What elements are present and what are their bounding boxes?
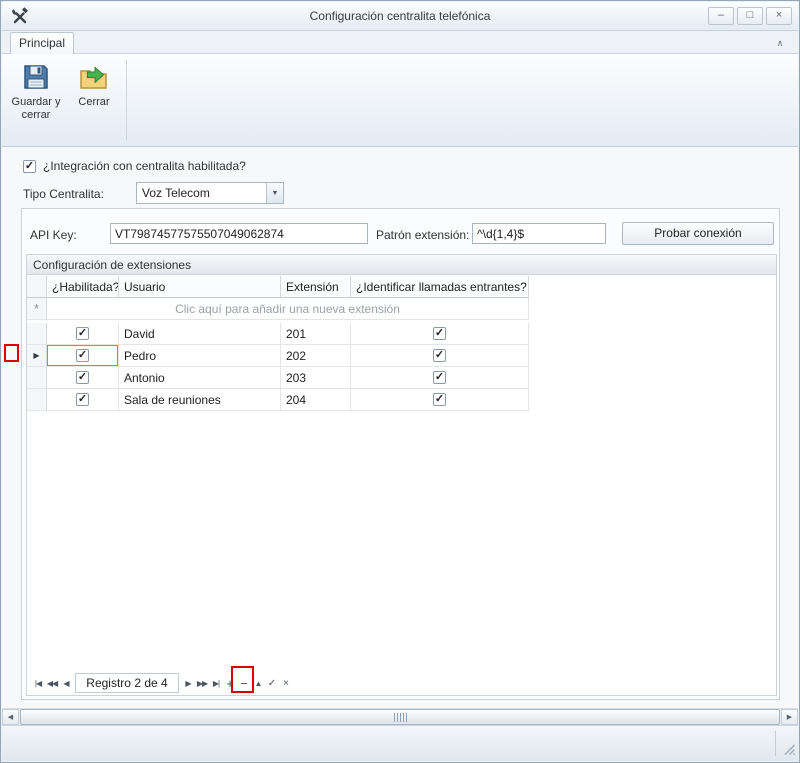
maximize-button[interactable]: □ [737, 7, 763, 25]
habilitada-checkbox[interactable]: ✓ [76, 371, 89, 384]
extensions-grid: ¿Habilitada? Usuario Extensión ¿Identifi… [27, 276, 529, 411]
identificar-cell[interactable]: ✓ [351, 323, 529, 345]
identificar-checkbox[interactable]: ✓ [433, 371, 446, 384]
current-row-arrow-icon: ▶ [33, 351, 39, 360]
column-header-identificar[interactable]: ¿Identificar llamadas entrantes? [351, 276, 529, 298]
config-centralita-window: Configuración centralita telefónica – □ … [0, 0, 800, 763]
extensiones-groupbox: Configuración de extensiones ¿Habilitada… [26, 254, 777, 696]
usuario-cell[interactable]: Sala de reuniones [119, 389, 281, 411]
nav-prev-page-button[interactable]: ◀◀ [45, 673, 59, 693]
save-icon [8, 58, 64, 96]
extensiones-group-title: Configuración de extensiones [27, 255, 776, 275]
tipo-centralita-select[interactable]: Voz Telecom ▼ [136, 182, 284, 204]
current-row-indicator: ▶ [27, 345, 47, 367]
identificar-checkbox[interactable]: ✓ [433, 327, 446, 340]
extension-cell[interactable]: 204 [281, 389, 351, 411]
row-indicator [27, 389, 47, 411]
close-folder-icon [66, 58, 122, 96]
identificar-cell[interactable]: ✓ [351, 367, 529, 389]
extension-cell[interactable]: 203 [281, 367, 351, 389]
cerrar-button[interactable]: Cerrar [66, 58, 122, 142]
close-button[interactable]: × [766, 7, 792, 25]
nav-cancel-edit-button[interactable]: × [279, 673, 293, 693]
status-bar [2, 725, 798, 761]
ribbon-group-separator [126, 60, 127, 140]
cerrar-label: Cerrar [69, 96, 119, 109]
integration-checkbox-row: ✓ ¿Integración con centralita habilitada… [23, 159, 246, 173]
probar-conexion-button[interactable]: Probar conexión [622, 222, 774, 245]
ribbon-body: Guardar y cerrar Cerrar [2, 54, 798, 147]
extension-cell[interactable]: 201 [281, 323, 351, 345]
table-row[interactable]: ✓ Sala de reuniones 204 ✓ [27, 389, 529, 411]
usuario-cell[interactable]: Antonio [119, 367, 281, 389]
patron-extension-input[interactable] [472, 223, 606, 244]
identificar-checkbox[interactable]: ✓ [433, 393, 446, 406]
extension-cell[interactable]: 202 [281, 345, 351, 367]
nav-next-button[interactable]: ▶ [181, 673, 195, 693]
table-row-current[interactable]: ▶ ✓ Pedro 202 ✓ [27, 345, 529, 367]
api-key-label: API Key: [30, 228, 77, 242]
row-indicator [27, 367, 47, 389]
guardar-y-cerrar-button[interactable]: Guardar y cerrar [8, 58, 64, 142]
guardar-y-cerrar-label: Guardar y cerrar [11, 96, 61, 122]
new-row-indicator: * [27, 298, 47, 320]
annotation-row-indicator-highlight [4, 344, 19, 362]
column-header-usuario[interactable]: Usuario [119, 276, 281, 298]
identificar-cell[interactable]: ✓ [351, 345, 529, 367]
table-row[interactable]: ✓ Antonio 203 ✓ [27, 367, 529, 389]
annotation-remove-button-highlight [231, 666, 254, 693]
nav-last-button[interactable]: ▶| [209, 673, 223, 693]
centralita-settings-panel: API Key: Patrón extensión: Probar conexi… [21, 208, 780, 700]
minimize-button[interactable]: – [708, 7, 734, 25]
collapse-ribbon-icon[interactable]: ∧ [772, 35, 788, 51]
integration-label: ¿Integración con centralita habilitada? [43, 159, 246, 173]
grid-header-row: ¿Habilitada? Usuario Extensión ¿Identifi… [27, 276, 529, 298]
identificar-checkbox[interactable]: ✓ [433, 349, 446, 362]
habilitada-checkbox[interactable]: ✓ [76, 327, 89, 340]
column-header-extension[interactable]: Extensión [281, 276, 351, 298]
window-title: Configuración centralita telefónica [2, 2, 798, 31]
tipo-centralita-label: Tipo Centralita: [23, 187, 104, 201]
ribbon-tab-row: Principal ∧ [2, 31, 798, 54]
habilitada-checkbox[interactable]: ✓ [76, 349, 89, 362]
horizontal-scrollbar[interactable]: ◀ ▶ [2, 708, 798, 725]
scrollbar-thumb[interactable] [20, 709, 780, 725]
usuario-cell[interactable]: Pedro [119, 345, 281, 367]
nav-end-edit-button[interactable]: ✓ [265, 673, 279, 693]
habilitada-cell[interactable]: ✓ [47, 323, 119, 345]
scroll-right-icon[interactable]: ▶ [781, 709, 798, 725]
status-bar-divider [775, 731, 776, 756]
resize-grip[interactable] [782, 742, 796, 759]
new-item-row[interactable]: * Clic aquí para añadir una nueva extens… [27, 298, 529, 320]
api-key-input[interactable] [110, 223, 368, 244]
nav-prev-button[interactable]: ◀ [59, 673, 73, 693]
table-row[interactable]: ✓ David 201 ✓ [27, 323, 529, 345]
window-controls: – □ × [708, 7, 792, 25]
habilitada-checkbox[interactable]: ✓ [76, 393, 89, 406]
integration-checkbox[interactable]: ✓ [23, 160, 36, 173]
tipo-centralita-value: Voz Telecom [142, 183, 210, 203]
row-indicator [27, 323, 47, 345]
habilitada-cell[interactable]: ✓ [47, 345, 119, 367]
record-position-label: Registro 2 de 4 [75, 673, 179, 693]
patron-extension-label: Patrón extensión: [376, 228, 469, 242]
new-row-hint[interactable]: Clic aquí para añadir una nueva extensió… [47, 298, 529, 320]
scroll-left-icon[interactable]: ◀ [2, 709, 19, 725]
usuario-cell[interactable]: David [119, 323, 281, 345]
chevron-down-icon[interactable]: ▼ [266, 183, 283, 203]
column-header-habilitada[interactable]: ¿Habilitada? [47, 276, 119, 298]
titlebar: Configuración centralita telefónica – □ … [2, 2, 798, 31]
nav-next-page-button[interactable]: ▶▶ [195, 673, 209, 693]
habilitada-cell[interactable]: ✓ [47, 389, 119, 411]
habilitada-cell[interactable]: ✓ [47, 367, 119, 389]
tools-icon [11, 7, 29, 28]
indicator-header-cell [27, 276, 47, 298]
scrollbar-grip [394, 713, 407, 722]
nav-first-button[interactable]: |◀ [31, 673, 45, 693]
identificar-cell[interactable]: ✓ [351, 389, 529, 411]
tab-principal[interactable]: Principal [10, 32, 74, 54]
